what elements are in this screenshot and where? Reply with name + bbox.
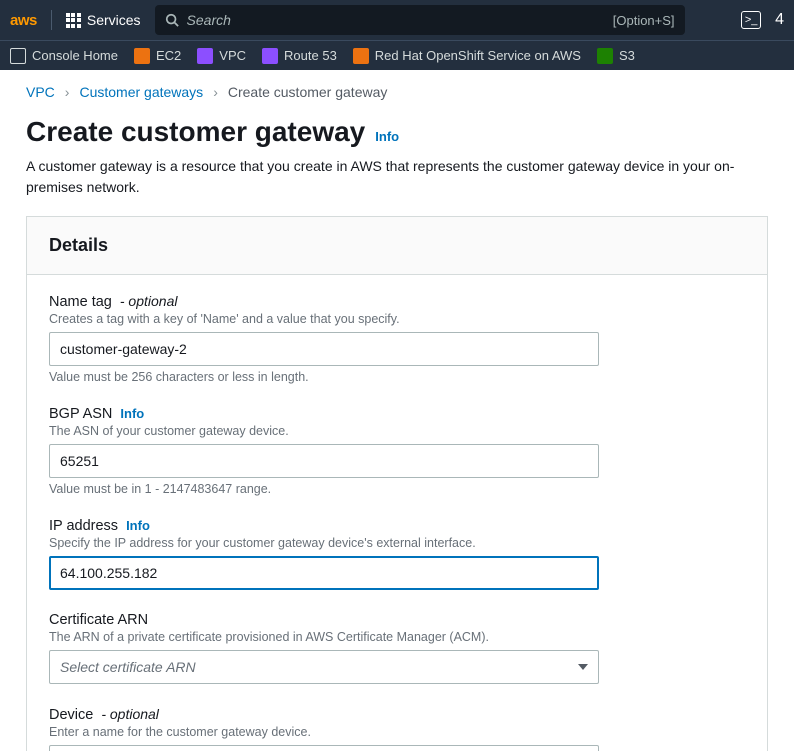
ip-address-info-link[interactable]: Info: [126, 518, 150, 533]
device-input[interactable]: [49, 745, 599, 751]
device-desc: Enter a name for the customer gateway de…: [49, 725, 745, 739]
service-icon: [262, 48, 278, 64]
page-title-text: Create customer gateway: [26, 116, 365, 148]
name-tag-input[interactable]: [49, 332, 599, 366]
ip-address-input[interactable]: [49, 556, 599, 590]
notifications-count[interactable]: 4: [775, 11, 784, 29]
bookmark-vpc[interactable]: VPC: [197, 48, 246, 64]
global-search[interactable]: [Option+S]: [155, 5, 685, 35]
breadcrumb-current: Create customer gateway: [228, 84, 388, 100]
bgp-asn-label: BGP ASN: [49, 406, 112, 422]
search-icon: [165, 13, 179, 27]
name-tag-desc: Creates a tag with a key of 'Name' and a…: [49, 312, 745, 326]
service-icon: [10, 48, 26, 64]
details-panel: Details Name tag - optional Creates a ta…: [26, 216, 768, 751]
service-icon: [597, 48, 613, 64]
bookmark-ec2[interactable]: EC2: [134, 48, 181, 64]
field-ip-address: IP address Info Specify the IP address f…: [49, 518, 745, 590]
name-tag-optional: - optional: [120, 293, 178, 309]
field-certificate-arn: Certificate ARN The ARN of a private cer…: [49, 612, 745, 684]
device-optional: - optional: [101, 706, 159, 722]
name-tag-label: Name tag: [49, 294, 112, 310]
bookmark-label: Red Hat OpenShift Service on AWS: [375, 48, 581, 63]
field-device: Device - optional Enter a name for the c…: [49, 706, 745, 751]
panel-title: Details: [49, 235, 745, 256]
service-icon: [134, 48, 150, 64]
chevron-right-icon: ›: [65, 84, 70, 100]
bookmark-label: Console Home: [32, 48, 118, 63]
services-label: Services: [87, 12, 141, 28]
grid-icon: [66, 13, 81, 28]
ip-address-label: IP address: [49, 518, 118, 534]
service-icon: [353, 48, 369, 64]
certificate-arn-label: Certificate ARN: [49, 612, 148, 628]
breadcrumb-customer-gateways[interactable]: Customer gateways: [79, 84, 203, 100]
bookmark-label: EC2: [156, 48, 181, 63]
chevron-right-icon: ›: [213, 84, 218, 100]
page-title: Create customer gateway Info: [26, 116, 768, 148]
page-description: A customer gateway is a resource that yo…: [26, 156, 768, 198]
bookmark-label: S3: [619, 48, 635, 63]
chevron-down-icon: [578, 664, 588, 670]
bookmark-console-home[interactable]: Console Home: [10, 48, 118, 64]
aws-logo[interactable]: aws: [10, 12, 37, 29]
services-menu[interactable]: Services: [66, 12, 141, 28]
name-tag-constraint: Value must be 256 characters or less in …: [49, 370, 745, 384]
favorites-bar: Console Home EC2 VPC Route 53 Red Hat OpenSh…: [0, 40, 794, 70]
bgp-asn-info-link[interactable]: Info: [120, 406, 144, 421]
bookmark-route-53[interactable]: Route 53: [262, 48, 337, 64]
nav-divider: [51, 10, 52, 30]
cloudshell-icon[interactable]: >_: [741, 11, 761, 29]
page-info-link[interactable]: Info: [375, 129, 399, 144]
panel-header: Details: [27, 217, 767, 275]
breadcrumb-vpc[interactable]: VPC: [26, 84, 55, 100]
certificate-arn-desc: The ARN of a private certificate provisi…: [49, 630, 745, 644]
search-shortcut-hint: [Option+S]: [613, 13, 675, 28]
panel-body: Name tag - optional Creates a tag with a…: [27, 275, 767, 751]
bgp-asn-desc: The ASN of your customer gateway device.: [49, 424, 745, 438]
breadcrumb: VPC › Customer gateways › Create custome…: [26, 84, 768, 100]
bookmark-label: VPC: [219, 48, 246, 63]
bookmark-s3[interactable]: S3: [597, 48, 635, 64]
certificate-arn-select[interactable]: Select certificate ARN: [49, 650, 599, 684]
field-bgp-asn: BGP ASN Info The ASN of your customer ga…: [49, 406, 745, 496]
top-nav: aws Services [Option+S] >_ 4: [0, 0, 794, 40]
bgp-asn-constraint: Value must be in 1 - 2147483647 range.: [49, 482, 745, 496]
content-area: VPC › Customer gateways › Create custome…: [0, 70, 794, 751]
certificate-arn-placeholder: Select certificate ARN: [60, 659, 196, 675]
bookmark-label: Route 53: [284, 48, 337, 63]
service-icon: [197, 48, 213, 64]
field-name-tag: Name tag - optional Creates a tag with a…: [49, 293, 745, 384]
device-label: Device: [49, 707, 93, 723]
ip-address-desc: Specify the IP address for your customer…: [49, 536, 745, 550]
search-input[interactable]: [187, 12, 605, 28]
bookmark-red-hat-openshift-service-on-aws[interactable]: Red Hat OpenShift Service on AWS: [353, 48, 581, 64]
bgp-asn-input[interactable]: [49, 444, 599, 478]
